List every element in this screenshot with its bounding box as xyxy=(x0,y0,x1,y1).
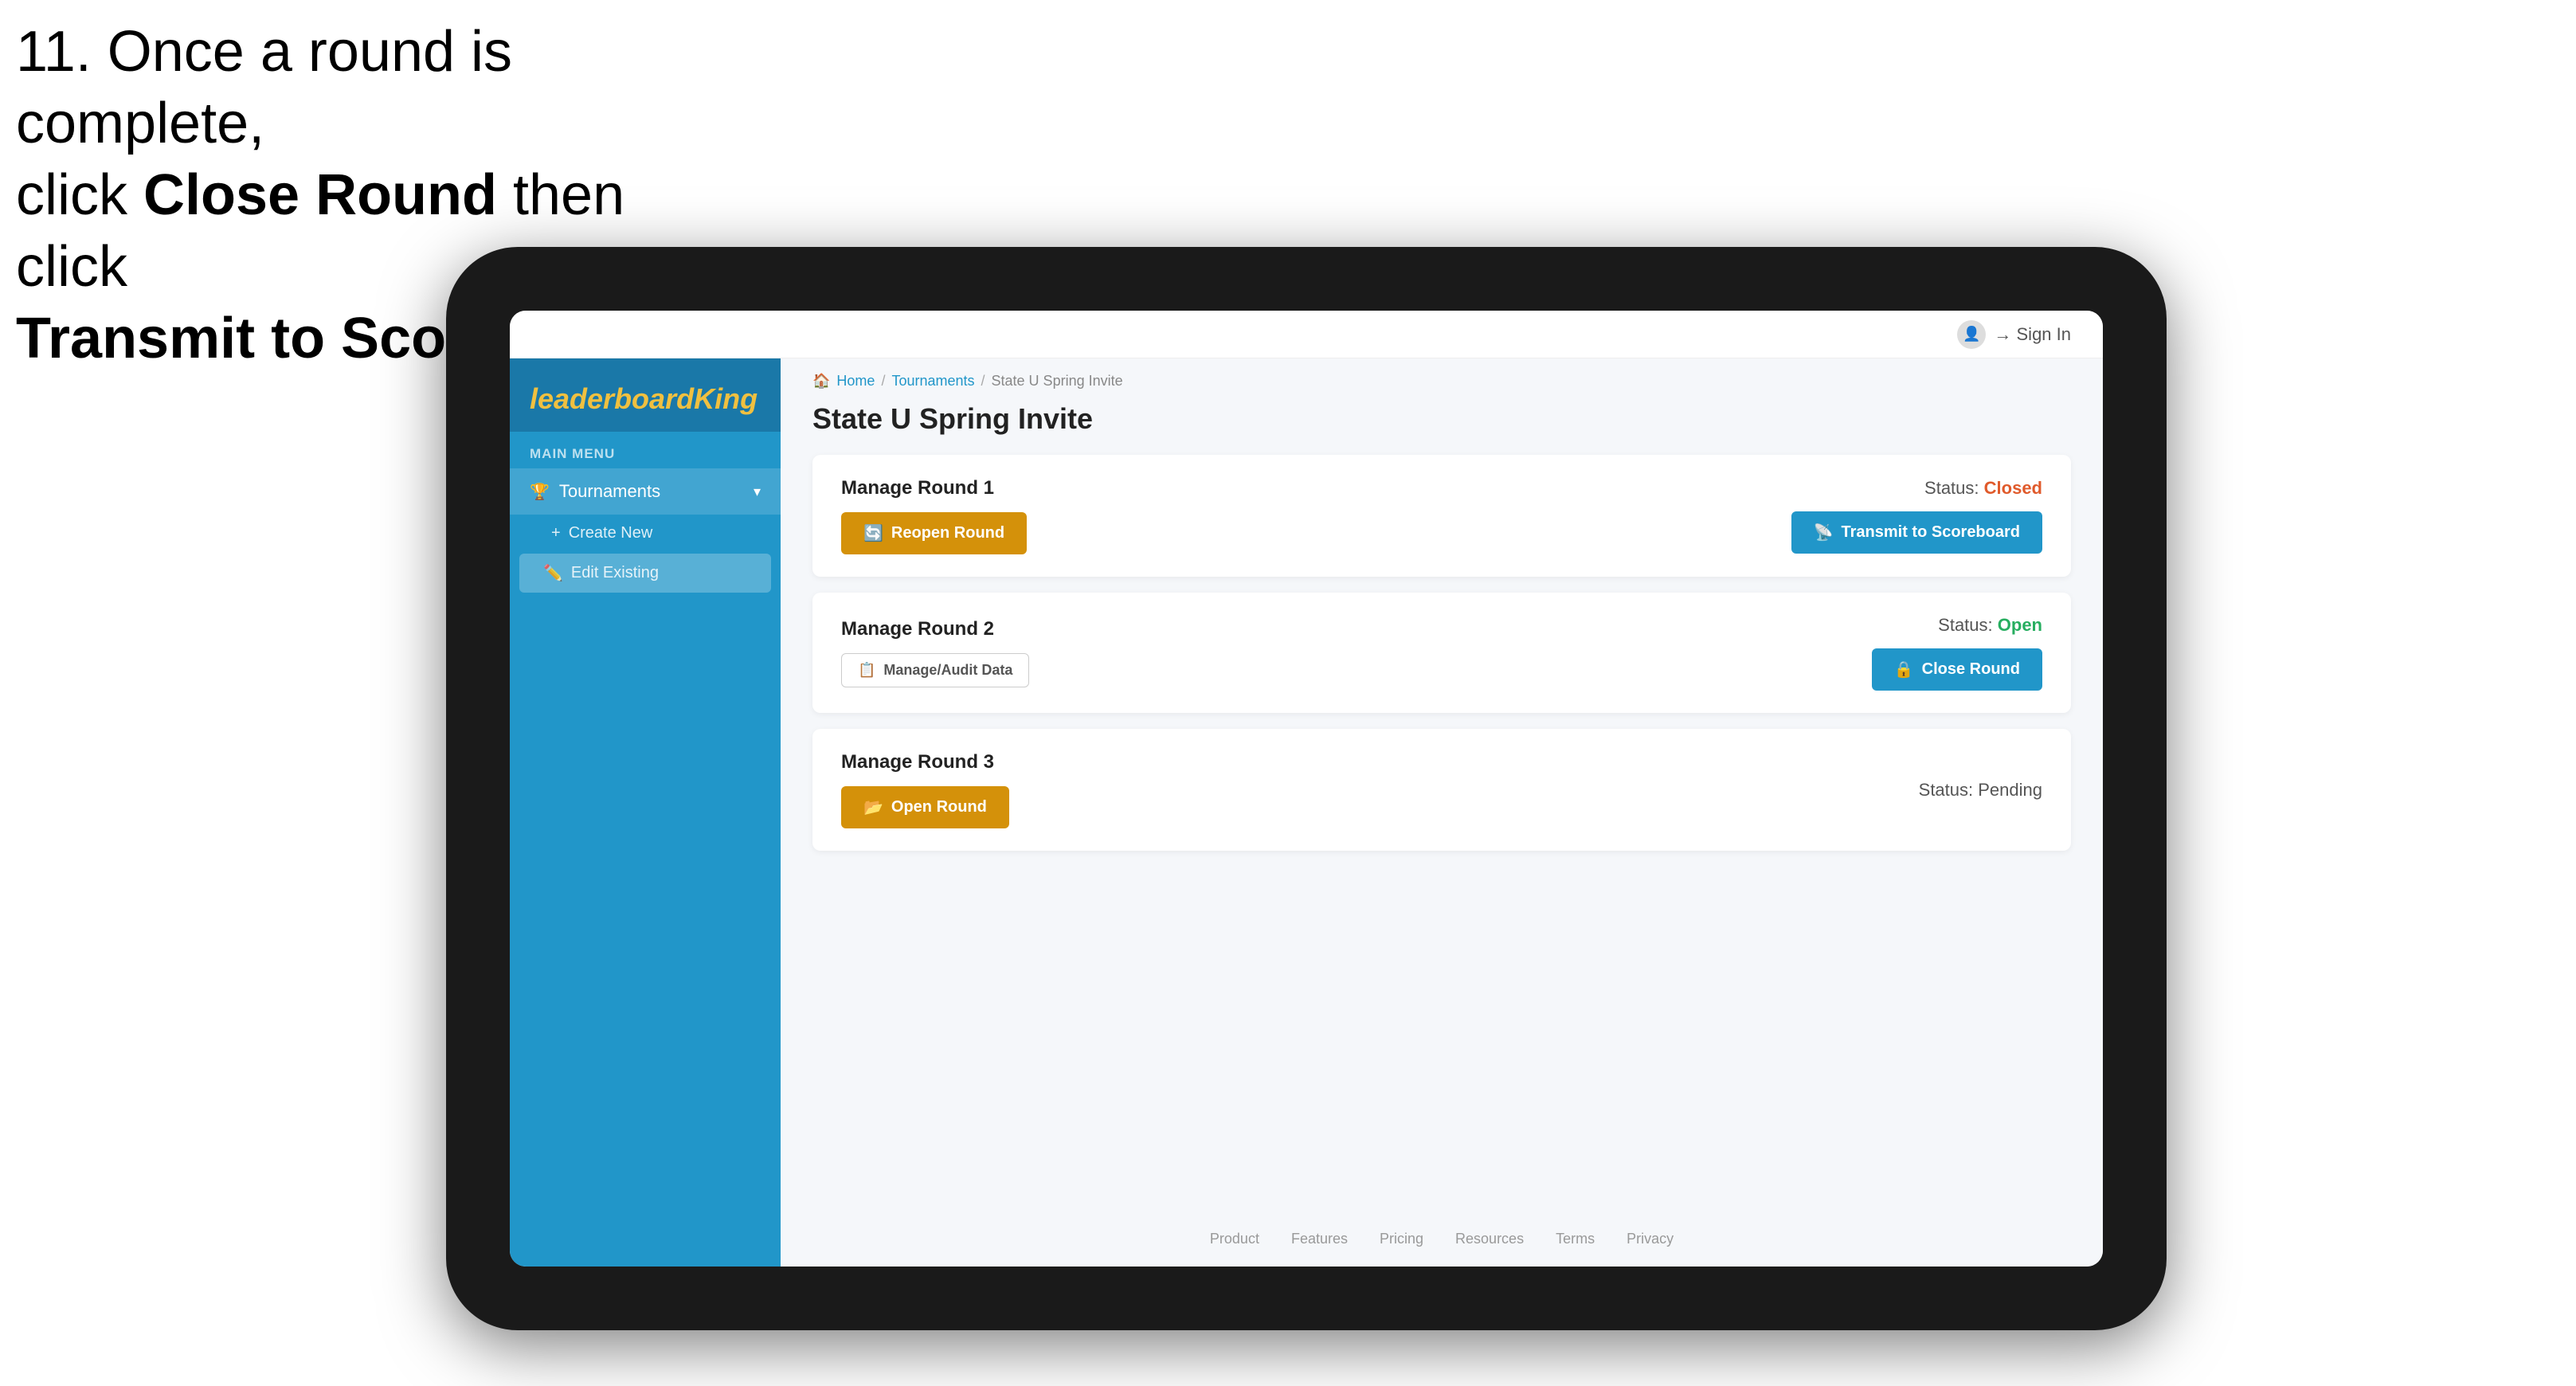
round-1-left: Manage Round 1 🔄 Reopen Round xyxy=(841,477,1027,554)
plus-icon: + xyxy=(551,524,561,542)
open-round-button[interactable]: 📂 Open Round xyxy=(841,786,1009,828)
sidebar-item-edit-existing[interactable]: ✏️ Edit Existing xyxy=(519,554,771,593)
round-1-status-value: Closed xyxy=(1984,478,2042,498)
logo-bold: King xyxy=(694,382,758,415)
round-1-status: Status: Closed xyxy=(1924,478,2042,499)
tablet-screen: 👤 → Sign In leaderboardKing MAIN MENU 🏆 … xyxy=(510,311,2103,1267)
round-3-status-value: Pending xyxy=(1978,780,2042,800)
footer-privacy[interactable]: Privacy xyxy=(1627,1231,1674,1247)
footer-features[interactable]: Features xyxy=(1291,1231,1348,1247)
breadcrumb: 🏠 Home / Tournaments / State U Spring In… xyxy=(781,358,2103,396)
breadcrumb-home[interactable]: Home xyxy=(836,373,875,390)
main-layout: leaderboardKing MAIN MENU 🏆 Tournaments … xyxy=(510,358,2103,1267)
sidebar: leaderboardKing MAIN MENU 🏆 Tournaments … xyxy=(510,358,781,1267)
round-2-section: Manage Round 2 📋 Manage/Audit Data Statu… xyxy=(812,593,2071,713)
transmit-icon: 📡 xyxy=(1814,523,1834,542)
reopen-round-button[interactable]: 🔄 Reopen Round xyxy=(841,512,1027,554)
footer-pricing[interactable]: Pricing xyxy=(1380,1231,1423,1247)
edit-icon: ✏️ xyxy=(543,563,563,583)
round-2-right: Status: Open 🔒 Close Round xyxy=(1872,615,2042,691)
round-1-section: Manage Round 1 🔄 Reopen Round Status: Cl… xyxy=(812,455,2071,577)
reopen-icon: 🔄 xyxy=(863,523,883,543)
breadcrumb-tournaments[interactable]: Tournaments xyxy=(891,373,974,390)
sidebar-logo: leaderboardKing xyxy=(510,358,781,432)
round-3-title: Manage Round 3 xyxy=(841,751,1009,773)
round-3-section: Manage Round 3 📂 Open Round Status: Pend… xyxy=(812,729,2071,851)
sign-in-area[interactable]: 👤 → Sign In xyxy=(1957,320,2071,349)
round-3-status: Status: Pending xyxy=(1919,780,2042,801)
close-icon: 🔒 xyxy=(1894,660,1914,679)
transmit-to-scoreboard-button[interactable]: 📡 Transmit to Scoreboard xyxy=(1791,511,2042,554)
content-area: 🏠 Home / Tournaments / State U Spring In… xyxy=(781,358,2103,1267)
footer-resources[interactable]: Resources xyxy=(1455,1231,1524,1247)
breadcrumb-sep1: / xyxy=(881,373,885,390)
footer: Product Features Pricing Resources Terms… xyxy=(781,1212,2103,1267)
sidebar-item-tournaments[interactable]: 🏆 Tournaments ▾ xyxy=(510,468,781,515)
round-2-status: Status: Open xyxy=(1938,615,2042,636)
menu-label: MAIN MENU xyxy=(510,432,781,468)
breadcrumb-current: State U Spring Invite xyxy=(992,373,1123,390)
edit-existing-label: Edit Existing xyxy=(571,564,659,582)
top-bar: 👤 → Sign In xyxy=(510,311,2103,358)
create-new-label: Create New xyxy=(569,524,653,542)
rounds-container: Manage Round 1 🔄 Reopen Round Status: Cl… xyxy=(781,455,2103,1212)
round-2-status-value: Open xyxy=(1998,615,2042,635)
sidebar-tournaments-label: Tournaments xyxy=(559,481,660,502)
manage-audit-data-button[interactable]: 📋 Manage/Audit Data xyxy=(841,653,1029,687)
round-2-left: Manage Round 2 📋 Manage/Audit Data xyxy=(841,618,1029,687)
chevron-down-icon: ▾ xyxy=(754,484,761,500)
logo: leaderboardKing xyxy=(530,382,761,416)
round-2-title: Manage Round 2 xyxy=(841,618,1029,640)
open-icon: 📂 xyxy=(863,797,883,817)
breadcrumb-sep2: / xyxy=(981,373,985,390)
tablet-frame: 👤 → Sign In leaderboardKing MAIN MENU 🏆 … xyxy=(446,247,2167,1330)
sidebar-item-create-new[interactable]: + Create New xyxy=(510,515,781,552)
round-1-right: Status: Closed 📡 Transmit to Scoreboard xyxy=(1791,478,2042,554)
breadcrumb-home-icon: 🏠 xyxy=(812,373,830,390)
audit-icon: 📋 xyxy=(858,662,875,679)
instruction-line1: 11. Once a round is complete, xyxy=(16,20,512,155)
trophy-icon: 🏆 xyxy=(530,482,550,502)
round-3-right: Status: Pending xyxy=(1919,780,2042,801)
footer-product[interactable]: Product xyxy=(1210,1231,1259,1247)
user-avatar-icon: 👤 xyxy=(1957,320,1986,349)
sign-in-label[interactable]: → Sign In xyxy=(1994,324,2071,345)
close-round-button[interactable]: 🔒 Close Round xyxy=(1872,648,2042,691)
round-1-title: Manage Round 1 xyxy=(841,477,1027,499)
round-3-left: Manage Round 3 📂 Open Round xyxy=(841,751,1009,828)
page-title: State U Spring Invite xyxy=(781,396,2103,455)
logo-regular: leaderboard xyxy=(530,382,694,415)
footer-terms[interactable]: Terms xyxy=(1556,1231,1595,1247)
